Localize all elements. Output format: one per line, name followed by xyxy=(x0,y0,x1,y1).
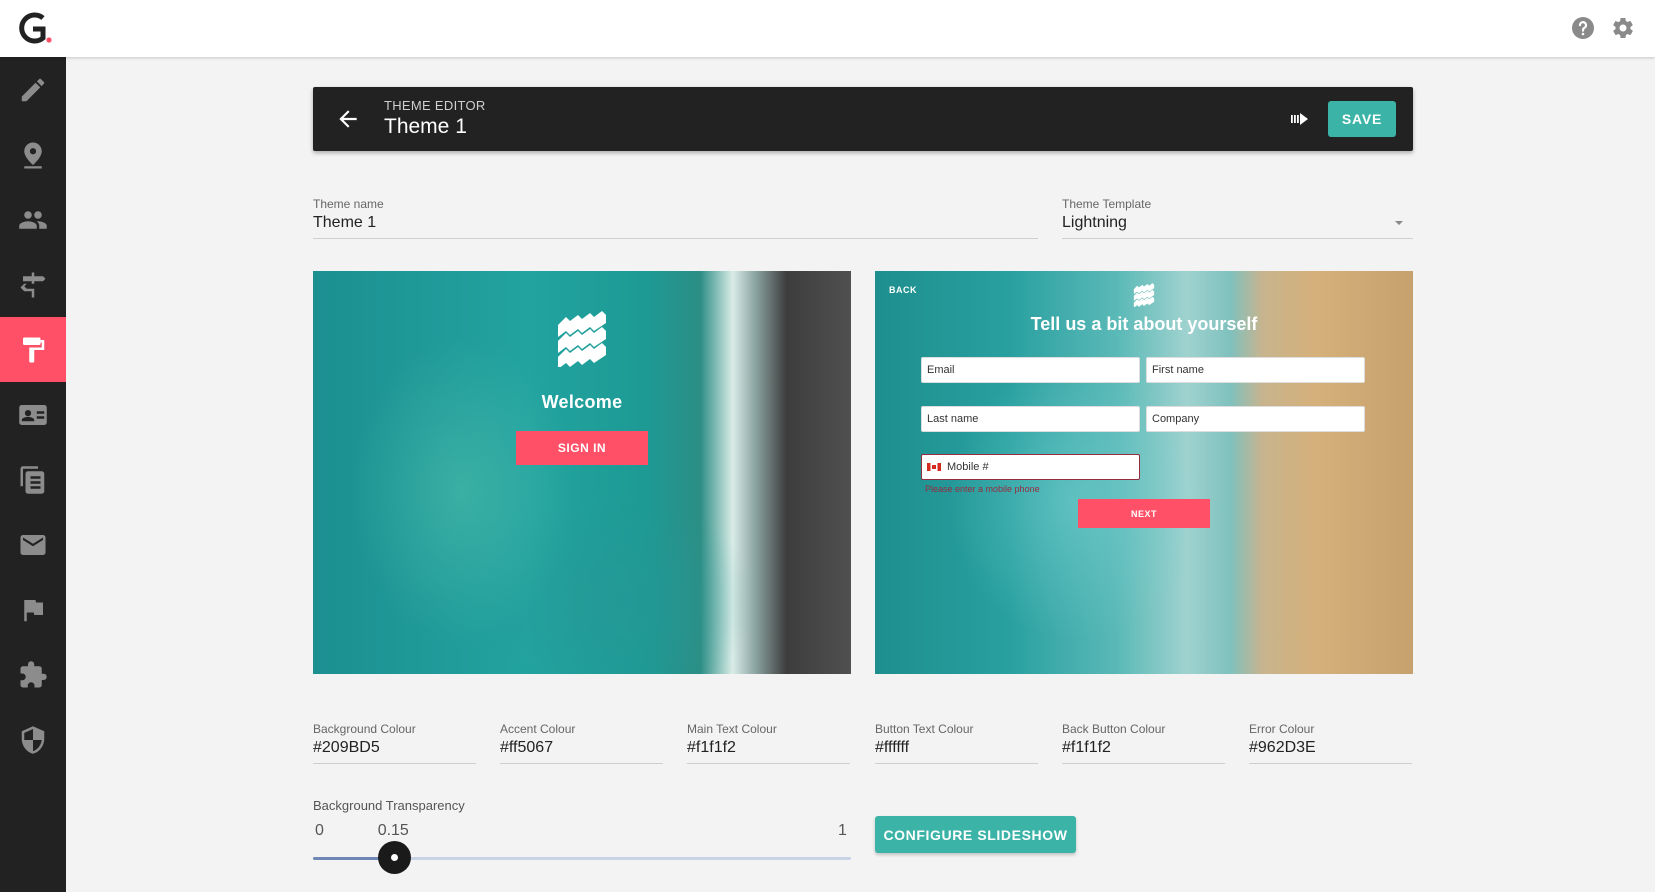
theme-template-value[interactable]: Lightning xyxy=(1062,214,1413,238)
slider-value-label: 0.15 xyxy=(377,822,409,839)
people-icon xyxy=(19,210,47,229)
sidebar-item-documents[interactable] xyxy=(0,447,66,512)
accent-colour-input[interactable]: #ff5067 xyxy=(500,739,663,763)
location-pin-icon xyxy=(24,142,42,168)
sidebar-item-people[interactable] xyxy=(0,187,66,252)
welcome-text: Welcome xyxy=(541,392,623,412)
form-preview: BACK Tell us a bit about yourself Email … xyxy=(875,271,1413,674)
sidebar xyxy=(0,57,66,892)
sidebar-item-mail[interactable] xyxy=(0,512,66,577)
page-title: Theme 1 xyxy=(384,115,467,138)
top-bar xyxy=(0,0,1655,57)
back-button-colour-label: Back Button Colour xyxy=(1062,722,1166,736)
paint-roller-icon xyxy=(23,337,45,362)
sidebar-item-edit[interactable] xyxy=(0,57,66,122)
error-colour-input[interactable]: #962D3E xyxy=(1249,739,1412,763)
header-subtitle: THEME EDITOR xyxy=(384,98,486,113)
sidebar-item-directions[interactable] xyxy=(0,252,66,317)
arrow-back-icon[interactable] xyxy=(335,106,361,132)
configure-slideshow-button[interactable]: CONFIGURE SLIDESHOW xyxy=(875,816,1076,853)
sidebar-item-badges[interactable] xyxy=(0,382,66,447)
error-colour-field[interactable]: Error Colour #962D3E xyxy=(1249,722,1412,764)
mail-icon xyxy=(20,534,46,555)
sidebar-item-themes[interactable] xyxy=(0,317,66,382)
transparency-label: Background Transparency xyxy=(313,798,465,813)
sidebar-item-locations[interactable] xyxy=(0,122,66,187)
accent-colour-field[interactable]: Accent Colour #ff5067 xyxy=(500,722,663,764)
back-button-colour-field[interactable]: Back Button Colour #f1f1f2 xyxy=(1062,722,1225,764)
main-text-colour-input[interactable]: #f1f1f2 xyxy=(687,739,850,763)
slider-max-label: 1 xyxy=(838,822,847,839)
wave-logo-small-icon xyxy=(1133,283,1155,307)
documents-icon xyxy=(20,465,45,494)
flag-icon xyxy=(24,599,43,621)
sign-in-button[interactable]: SIGN IN xyxy=(516,431,648,465)
form-title: Tell us a bit about yourself xyxy=(1030,314,1258,334)
canada-flag-icon[interactable] xyxy=(927,463,941,472)
welcome-preview: Welcome SIGN IN xyxy=(313,271,851,674)
mobile-field[interactable]: Mobile # xyxy=(921,454,1140,480)
preview-play-icon[interactable] xyxy=(1289,108,1311,130)
accent-colour-label: Accent Colour xyxy=(500,722,576,736)
gear-icon[interactable] xyxy=(1611,16,1635,40)
button-text-colour-field[interactable]: Button Text Colour #ffffff xyxy=(875,722,1038,764)
company-field[interactable]: Company xyxy=(1146,406,1365,432)
pencil-icon xyxy=(21,78,45,101)
theme-template-label: Theme Template xyxy=(1062,197,1152,211)
next-button[interactable]: NEXT xyxy=(1078,499,1210,528)
back-button-colour-input[interactable]: #f1f1f2 xyxy=(1062,739,1225,763)
main-text-colour-field[interactable]: Main Text Colour #f1f1f2 xyxy=(687,722,850,764)
signpost-icon xyxy=(20,272,46,297)
last-name-field[interactable]: Last name xyxy=(921,406,1140,432)
back-link[interactable]: BACK xyxy=(889,285,917,295)
app-logo[interactable] xyxy=(17,12,53,44)
first-name-field[interactable]: First name xyxy=(1146,357,1365,383)
mobile-placeholder: Mobile # xyxy=(947,461,989,473)
save-button[interactable]: SAVE xyxy=(1328,101,1396,137)
help-icon[interactable] xyxy=(1571,16,1595,40)
sidebar-item-security[interactable] xyxy=(0,707,66,772)
theme-name-input[interactable]: Theme 1 xyxy=(313,214,1038,238)
button-text-colour-input[interactable]: #ffffff xyxy=(875,739,1038,763)
sidebar-item-flags[interactable] xyxy=(0,577,66,642)
background-colour-field[interactable]: Background Colour #209BD5 xyxy=(313,722,476,764)
puzzle-icon xyxy=(20,660,47,687)
slider-min-label: 0 xyxy=(315,822,324,839)
error-colour-label: Error Colour xyxy=(1249,722,1315,736)
background-colour-label: Background Colour xyxy=(313,722,416,736)
theme-name-label: Theme name xyxy=(313,197,384,211)
slider-thumb[interactable] xyxy=(377,841,411,874)
mobile-error-text: Please enter a mobile phone xyxy=(925,484,1040,494)
wave-logo-icon xyxy=(558,311,606,367)
theme-name-field[interactable]: Theme name Theme 1 xyxy=(313,197,1038,239)
shield-icon xyxy=(21,725,45,754)
dropdown-caret-icon[interactable] xyxy=(1395,221,1403,225)
email-field[interactable]: Email xyxy=(921,357,1140,383)
id-card-icon xyxy=(19,404,47,425)
sidebar-item-integrations[interactable] xyxy=(0,642,66,707)
transparency-slider[interactable] xyxy=(313,841,851,874)
button-text-colour-label: Button Text Colour xyxy=(875,722,974,736)
background-colour-input[interactable]: #209BD5 xyxy=(313,739,476,763)
theme-editor-header: THEME EDITOR Theme 1 SAVE xyxy=(313,87,1413,151)
main-text-colour-label: Main Text Colour xyxy=(687,722,777,736)
theme-template-select[interactable]: Theme Template Lightning xyxy=(1062,197,1413,239)
